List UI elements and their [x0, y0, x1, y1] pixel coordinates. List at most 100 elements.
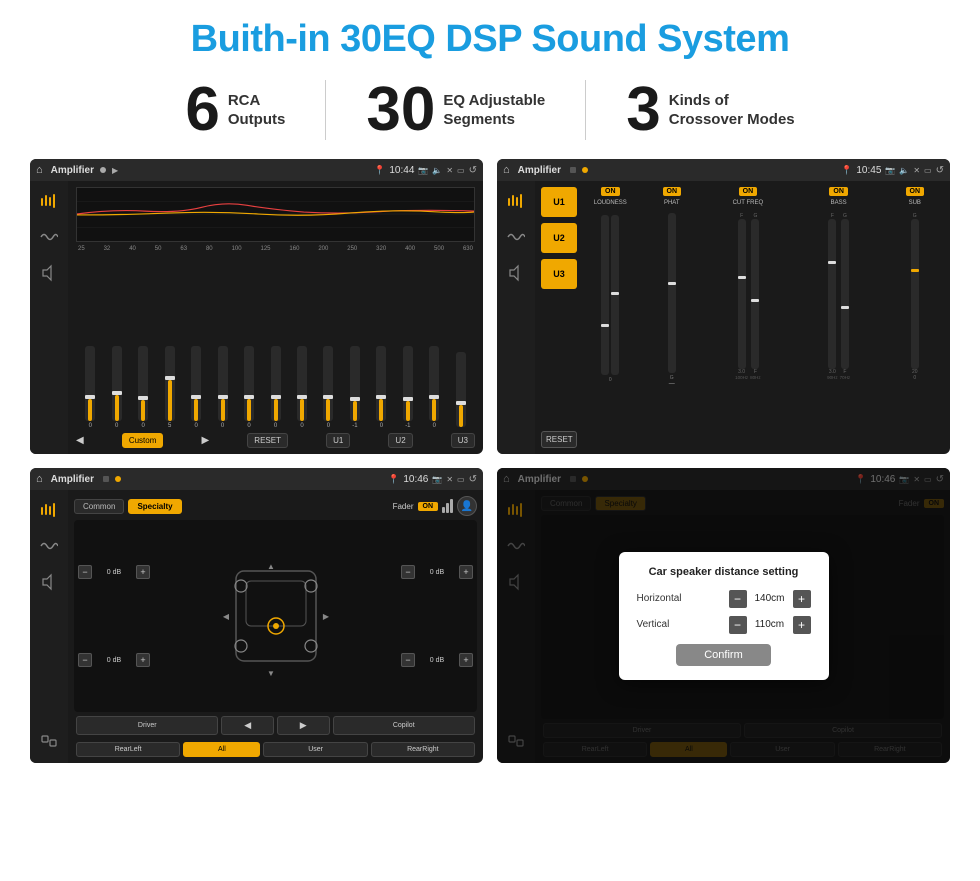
- eq-slider-8[interactable]: 0: [290, 346, 314, 429]
- reset-btn-crossover[interactable]: RESET: [541, 431, 577, 448]
- horizontal-minus-btn[interactable]: −: [729, 590, 747, 608]
- db-plus-2[interactable]: +: [459, 565, 473, 579]
- eq-u3-btn[interactable]: U3: [451, 433, 475, 448]
- back-icon-eq[interactable]: ↺: [469, 165, 477, 176]
- eq-slider-6[interactable]: 0: [237, 346, 261, 429]
- eq-slider-5[interactable]: 0: [210, 346, 234, 429]
- phat-on-badge[interactable]: ON: [663, 187, 682, 196]
- fbar-1: [442, 507, 445, 513]
- sidebar-wave-icon[interactable]: [37, 225, 61, 249]
- sidebar-specialty-speaker-icon[interactable]: [37, 570, 61, 594]
- vertical-minus-btn[interactable]: −: [729, 616, 747, 634]
- home-icon-specialty[interactable]: ⌂: [36, 473, 43, 485]
- eq-slider-7[interactable]: 0: [263, 346, 287, 429]
- screen-content-specialty: Common Specialty Fader ON 👤: [30, 490, 483, 763]
- channel-sub: ON SUB G 20 0: [886, 187, 945, 448]
- sidebar-speaker-icon[interactable]: [37, 261, 61, 285]
- db-plus-0[interactable]: +: [136, 565, 150, 579]
- sidebar-crossover-eq-icon[interactable]: [504, 189, 528, 213]
- vertical-plus-btn[interactable]: +: [793, 616, 811, 634]
- left-chevron-btn[interactable]: ◀: [221, 716, 274, 735]
- x-icon-eq: ✕: [446, 166, 453, 175]
- eq-slider-14[interactable]: [449, 352, 473, 429]
- topbar-title-crossover: Amplifier: [518, 165, 561, 176]
- sub-on-badge[interactable]: ON: [906, 187, 925, 196]
- sidebar-crossover-speaker-icon[interactable]: [504, 261, 528, 285]
- channel-phat: ON PHAT G—: [643, 187, 702, 448]
- eq-slider-12[interactable]: -1: [396, 346, 420, 429]
- sidebar-eq: [30, 181, 68, 454]
- phat-track[interactable]: [668, 213, 676, 373]
- home-icon-crossover[interactable]: ⌂: [503, 164, 510, 176]
- sidebar-eq-icon[interactable]: [37, 189, 61, 213]
- eq-prev-icon[interactable]: ◀: [76, 435, 84, 446]
- eq-slider-4[interactable]: 0: [184, 346, 208, 429]
- fader-user-icon[interactable]: 👤: [457, 496, 477, 516]
- db-minus-1[interactable]: −: [78, 653, 92, 667]
- eq-u2-btn[interactable]: U2: [388, 433, 412, 448]
- eq-main: 2532405063 80100125160200 25032040050063…: [68, 181, 483, 454]
- stat-rca: 6 RCA Outputs: [145, 79, 325, 141]
- stat-crossover: 3 Kinds of Crossover Modes: [586, 79, 834, 141]
- specialty-tab[interactable]: Specialty: [128, 499, 181, 514]
- db-plus-1[interactable]: +: [136, 653, 150, 667]
- home-icon-eq[interactable]: ⌂: [36, 164, 43, 176]
- all-btn[interactable]: All: [183, 742, 260, 757]
- db-minus-3[interactable]: −: [401, 653, 415, 667]
- cutfreq-on-badge[interactable]: ON: [739, 187, 758, 196]
- confirm-button[interactable]: Confirm: [676, 644, 771, 666]
- u2-btn[interactable]: U2: [541, 223, 577, 253]
- eq-reset-btn[interactable]: RESET: [247, 433, 288, 448]
- back-icon-crossover[interactable]: ↺: [936, 165, 944, 176]
- stat-text-crossover-2: Crossover Modes: [669, 110, 795, 130]
- bass-track-g[interactable]: [841, 219, 849, 369]
- eq-next-icon[interactable]: ▶: [201, 435, 209, 446]
- topbar-time-eq: 10:44: [389, 165, 414, 176]
- rearright-btn[interactable]: RearRight: [371, 742, 475, 757]
- loudness-track-1[interactable]: [601, 215, 609, 375]
- eq-sliders: 0 0 0 5 0 0 0 0 0 0 -1 0 -1 0: [76, 256, 475, 429]
- eq-slider-10[interactable]: -1: [343, 346, 367, 429]
- bass-track-f[interactable]: [828, 219, 836, 369]
- eq-slider-0[interactable]: 0: [78, 346, 102, 429]
- camera-icon-specialty: 📷: [432, 475, 442, 484]
- back-icon-specialty[interactable]: ↺: [469, 474, 477, 485]
- stat-number-crossover: 3: [626, 79, 660, 141]
- horizontal-plus-btn[interactable]: +: [793, 590, 811, 608]
- eq-slider-11[interactable]: 0: [369, 346, 393, 429]
- eq-labels: 2532405063 80100125160200 25032040050063…: [76, 246, 475, 252]
- sidebar-specialty-eq-icon[interactable]: [37, 498, 61, 522]
- eq-slider-13[interactable]: 0: [422, 346, 446, 429]
- db-minus-0[interactable]: −: [78, 565, 92, 579]
- common-tab[interactable]: Common: [74, 499, 124, 514]
- eq-u1-btn[interactable]: U1: [326, 433, 350, 448]
- u1-btn[interactable]: U1: [541, 187, 577, 217]
- fader-on-badge[interactable]: ON: [418, 502, 439, 511]
- driver-btn[interactable]: Driver: [76, 716, 218, 735]
- rearleft-btn[interactable]: RearLeft: [76, 742, 180, 757]
- loudness-on-badge[interactable]: ON: [601, 187, 620, 196]
- location-icon-crossover: 📍: [841, 165, 852, 176]
- db-plus-3[interactable]: +: [459, 653, 473, 667]
- eq-slider-2[interactable]: 0: [131, 346, 155, 429]
- right-chevron-btn[interactable]: ▶: [277, 716, 330, 735]
- loudness-track-2[interactable]: [611, 215, 619, 375]
- sidebar-specialty-expand-icon[interactable]: [40, 732, 58, 755]
- cutfreq-track-f[interactable]: [738, 219, 746, 369]
- eq-slider-3[interactable]: 5: [157, 346, 181, 429]
- u3-btn[interactable]: U3: [541, 259, 577, 289]
- sub-track[interactable]: [911, 219, 919, 369]
- horizontal-label: Horizontal: [637, 593, 697, 604]
- db-minus-2[interactable]: −: [401, 565, 415, 579]
- sidebar-specialty-wave-icon[interactable]: [37, 534, 61, 558]
- eq-slider-9[interactable]: 0: [316, 346, 340, 429]
- user-btn-specialty[interactable]: User: [263, 742, 367, 757]
- specialty-tab-row: Common Specialty Fader ON 👤: [74, 496, 477, 516]
- copilot-btn[interactable]: Copilot: [333, 716, 475, 735]
- cutfreq-track-g[interactable]: [751, 219, 759, 369]
- bass-on-badge[interactable]: ON: [829, 187, 848, 196]
- eq-custom-btn[interactable]: Custom: [122, 433, 164, 448]
- eq-slider-1[interactable]: 0: [104, 346, 128, 429]
- bass-col-f: F 3.0 90Hz: [827, 213, 838, 380]
- sidebar-crossover-wave-icon[interactable]: [504, 225, 528, 249]
